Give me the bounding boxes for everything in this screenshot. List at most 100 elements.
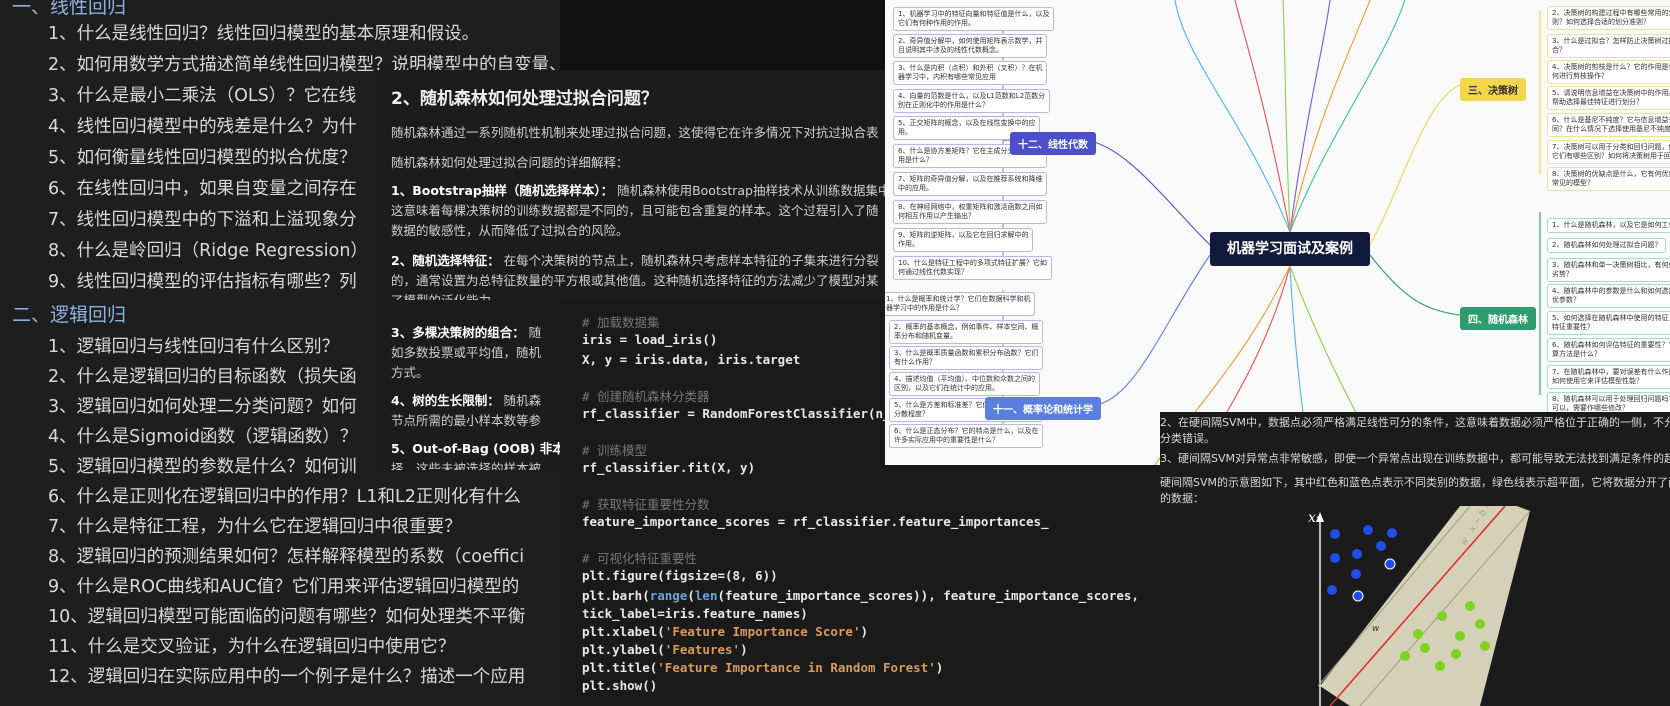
list-item: 5、逻辑回归模型的参数是什么？如何训	[48, 457, 357, 477]
mind-node: 4、向量的范数是什么，以及L1范数和L2范数分 别在正则化中的作用是什么？	[893, 89, 1051, 113]
y-axis-label: x₂	[1308, 510, 1322, 526]
mind-node: 4、描述均值（平均值）、中位数和众数之间的 区别，以及它们在统计中的应用。	[889, 372, 1040, 396]
list-item: 4、线性回归模型中的残差是什么？为什	[48, 117, 357, 137]
svm-paragraph: 分类错误。	[1160, 432, 1215, 445]
list-item: 10、逻辑回归模型可能面临的问题有哪些？如何处理类不平衡	[48, 607, 526, 627]
article-paragraph: 了模型的泛化能力。	[391, 290, 504, 300]
list-item: 11、什么是交叉验证，为什么在逻辑回归中使用它？	[48, 637, 456, 657]
mind-node: 2、奇异值分解中，如何使用矩阵表示数学，并 且说明其中涉及的线性代数概念。	[893, 34, 1048, 58]
article-continued: 3、多棵决策树的组合： 随 如多数投票或平均值，随机 方式。 4、树的生长限制：…	[375, 300, 560, 470]
mind-node: 10、什么是特征工程中的多项式特征扩展？它如 何通过线性代数实现？	[893, 256, 1052, 280]
code-comment: # 创建随机森林分类器	[582, 389, 710, 404]
article-paragraph: 1、Bootstrap抽样（随机选择样本）： 随机森林使用Bootstrap抽样…	[391, 183, 891, 198]
branch-linear-algebra[interactable]: 十二、线性代数	[1010, 132, 1096, 155]
bold-term: 3、多棵决策树的组合：	[391, 325, 525, 340]
svm-paragraph: 2、在硬间隔SVM中，数据点必须严格满足线性可分的条件，这意味着数据必须严格位于…	[1160, 416, 1670, 429]
list-item: 5、如何衡量线性回归模型的拟合优度？	[48, 148, 357, 168]
mind-node: 6、随机森林如何评估特征的重要性？它们的计 算方法是什么？	[1547, 338, 1670, 362]
svm-section: 2、在硬间隔SVM中，数据点必须严格满足线性可分的条件，这意味着数据必须严格位于…	[1160, 412, 1670, 706]
section-heading: 一、线性回归	[12, 0, 127, 18]
code-line: feature_importance_scores = rf_classifie…	[582, 514, 1049, 529]
list-item: 9、线性回归模型的评估指标有哪些？列	[48, 272, 357, 292]
article-paragraph: 2、随机选择特征： 在每个决策树的节点上，随机森林只考虑样本特征的子集来进行分裂	[391, 253, 879, 268]
mind-node: 2、决策树的构建过程中有哪些常用的划分准 则？如何选择合适的划分准则？	[1547, 6, 1670, 30]
list-item: 12、逻辑回归在实际应用中的一个例子是什么？描述一个应用	[48, 667, 526, 687]
code-line: iris = load_iris()	[582, 332, 718, 347]
code-line: rf_classifier.fit(X, y)	[582, 460, 756, 475]
code-comment: # 训练模型	[582, 443, 648, 458]
code-line: plt.xlabel('Feature Importance Score')	[582, 624, 868, 639]
bold-term: 4、树的生长限制：	[391, 393, 500, 408]
mind-node: 2、随机森林如何处理过拟合问题？	[1547, 238, 1667, 253]
list-item: 2、什么是逻辑回归的目标函数（损失函	[48, 367, 357, 387]
article-paragraph: 择，这些未被选择的样本被	[391, 461, 542, 470]
bold-term: 2、随机选择特征：	[391, 253, 500, 268]
article-paragraph: 的，通常设置为总特征数量的平方根或其他值。这种随机选择特征的方法减少了模型对某	[391, 273, 879, 288]
bold-term: 5、Out-of-Bag (OOB) 非本	[391, 441, 560, 456]
code-comment: # 获取特征重要性分数	[582, 497, 710, 512]
list-item: 1、逻辑回归与线性回归有什么区别？	[48, 337, 340, 357]
code-comment: # 可视化特征重要性	[582, 551, 698, 566]
code-line: rf_classifier = RandomForestClassifier(n…	[582, 406, 899, 421]
branch-probability[interactable]: 十一、概率论和统计学	[985, 397, 1101, 420]
list-item: 8、什么是岭回归（Ridge Regression）	[48, 241, 368, 261]
code-line: plt.ylabel('Features')	[582, 642, 748, 657]
mind-node: 3、随机森林和单一决策树相比，有何优势和 劣势？	[1547, 258, 1670, 282]
list-item: 9、什么是ROC曲线和AUC值？它们用来评估逻辑回归模型的	[48, 577, 520, 597]
code-line: plt.barh(range(len(feature_importance_sc…	[582, 588, 1139, 603]
code-line: tick_label=iris.feature_names)	[582, 606, 808, 621]
article-paragraph: 如多数投票或平均值，随机	[391, 345, 542, 360]
mind-node: 7、在随机森林中，要对误差有什么作用，以及 如何使用它来评估模型性能？	[1547, 365, 1670, 389]
list-item: 7、什么是特征工程，为什么它在逻辑回归中很重要？	[48, 517, 462, 537]
mind-node: 3、什么是过拟合？怎样防止决策树过拟 合？	[1547, 34, 1670, 58]
margin-band	[1320, 506, 1530, 706]
mind-node: 5、请说明信息增益在决策树中的作用。它们如何 帮助选择最佳特征进行划分？	[1547, 86, 1670, 110]
svm-paragraph: 3、硬间隔SVM对异常点非常敏感，即使一个异常点出现在训练数据中，都可能导致无法…	[1160, 452, 1670, 465]
list-item: 7、线性回归模型中的下溢和上溢现象分	[48, 210, 357, 230]
mind-node: 4、决策树的剪枝是什么？它的作用是什么，如 何进行剪枝操作？	[1547, 60, 1670, 84]
mind-node: 6、什么是正态分布？它的特点是什么，以及在 许多实际应用中的重要性是什么？	[889, 424, 1044, 448]
code-line: plt.figure(figsize=(8, 6))	[582, 568, 778, 583]
svm-paragraph: 硬间隔SVM的示意图如下，其中红色和蓝色点表示不同类别的数据，绿色线表示超平面，…	[1160, 476, 1670, 489]
class-blue-points	[1327, 525, 1397, 602]
list-item: 6、什么是正则化在逻辑回归中的作用？L1和L2正则化有什么	[48, 487, 521, 507]
list-item: 6、在线性回归中，如果自变量之间存在	[48, 179, 357, 199]
code-line: X, y = iris.data, iris.target	[582, 352, 801, 367]
branch-random-forest[interactable]: 四、随机森林	[1460, 307, 1536, 330]
list-item: 3、什么是最小二乘法（OLS）？它在线	[48, 86, 357, 106]
svm-paragraph: 的数据：	[1160, 492, 1204, 505]
mind-node: 1、什么是随机森林，以及它是如何工作的	[1547, 218, 1670, 233]
article-paragraph: 随机森林如何处理过拟合问题的详细解释：	[391, 155, 629, 170]
list-item: 3、逻辑回归如何处理二分类问题？如何	[48, 397, 357, 417]
mind-node: 7、决策树可以用于分类和回归问题，你知道 它们有哪些区别？如何将决策树用于回归问…	[1547, 140, 1670, 164]
code-line: plt.title('Feature Importance in Random …	[582, 660, 944, 675]
list-item: 8、逻辑回归的预测结果如何？怎样解释模型的系数（coeffici	[48, 547, 525, 567]
mind-node: 8、在神经网络中，权重矩阵和激活函数之间如 何相互作用以产生输出？	[893, 200, 1048, 224]
svm-diagram: x₂ w · x − b = 1 w	[1308, 506, 1531, 706]
article-paragraph: 随机森林通过一系列随机性机制来处理过拟合问题，这使得它在许多情况下对抗过拟合表	[391, 125, 879, 140]
mind-node: 1、机器学习中的特征向量和特征值是什么，以及 它们有何种作用的作用。	[893, 7, 1055, 31]
branch-decision-tree[interactable]: 三、决策树	[1460, 78, 1526, 101]
article-paragraph: 方式。	[391, 365, 429, 380]
mind-map-center: 机器学习面试及案例	[1210, 232, 1370, 266]
w-label: w	[1372, 624, 1380, 634]
mind-map: 1、机器学习中的特征向量和特征值是什么，以及 它们有何种作用的作用。 2、奇异值…	[885, 0, 1670, 465]
mind-node: 4、随机森林中的参数是什么和如何选择最 优参数？	[1547, 284, 1670, 308]
article-paragraph: 这意味着每棵决策树的训练数据都是不同的，且可能包含重复的样本。这个过程引入了随	[391, 203, 879, 218]
mind-node: 9、矩阵的逆矩阵，以及它在回归求解中的 作用。	[893, 228, 1034, 252]
mind-node: 2、概率的基本概念，例如事件、样本空间、概 率分布和随机变量。	[889, 320, 1044, 344]
mind-node: 8、决策树的优缺点是什么，它有何优势使之成为 常见的模型？	[1547, 167, 1670, 191]
list-item: 4、什么是Sigmoid函数（逻辑函数）？	[48, 427, 358, 447]
mind-node: 3、什么是内积（点积）和外积（叉积）？在机 器学习中，内积有哪些常见应用	[893, 61, 1048, 85]
article-title: 2、随机森林如何处理过拟合问题？	[391, 89, 658, 109]
bold-term: 1、Bootstrap抽样（随机选择样本）：	[391, 183, 614, 198]
article-paragraph: 节点所需的最小样本数等参	[391, 413, 542, 428]
mind-node: 7、矩阵的奇异值分解，以及在推荐系统和降维 中的应用。	[893, 172, 1048, 196]
mind-node: 3、什么是概率质量函数和累积分布函数？它们 有什么作用？	[889, 346, 1044, 370]
mind-node: 1、什么是概率和统计学？它们在数据科学和机 器学习中的作用是什么？	[885, 292, 1036, 316]
list-item: 1、什么是线性回归？线性回归模型的基本原理和假设。	[48, 24, 480, 44]
mind-node: 5、如何选择在随机森林中使用的特征，例如 特征重要性？	[1547, 311, 1670, 335]
mind-node: 6、什么是基尼不纯度？它与信息增益有何不 同？在什么情况下选择使用基尼不纯度？	[1547, 113, 1670, 137]
code-line: plt.show()	[582, 678, 658, 693]
random-forest-article: 2、随机森林如何处理过拟合问题？ 随机森林通过一系列随机性机制来处理过拟合问题，…	[375, 70, 895, 300]
